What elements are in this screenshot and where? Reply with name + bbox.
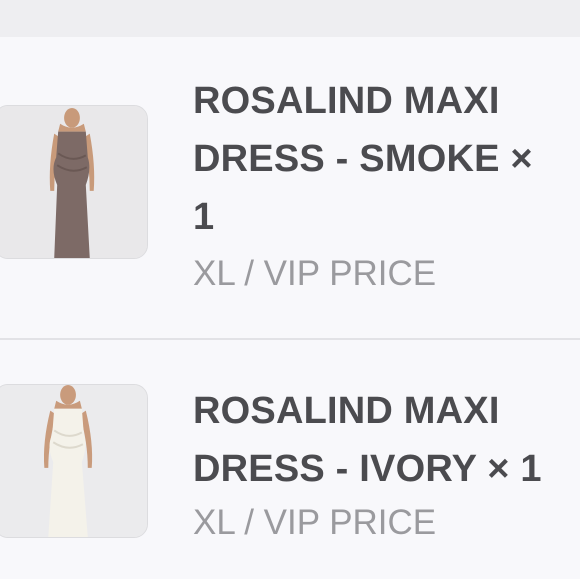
cart-item-variant: XL / VIP PRICE (193, 503, 437, 542)
cart-item-title[interactable]: ROSALIND MAXI DRESS - IVORY × 1 (193, 382, 573, 498)
top-strip (0, 0, 580, 37)
product-thumbnail-smoke[interactable] (0, 105, 148, 259)
dress-ivory-icon (0, 385, 147, 537)
cart-item-smoke[interactable]: ROSALIND MAXI DRESS - SMOKE × 1 XL / VIP… (0, 37, 580, 338)
cart-item-ivory[interactable]: ROSALIND MAXI DRESS - IVORY × 1 XL / VIP… (0, 340, 580, 579)
cart-item-title[interactable]: ROSALIND MAXI DRESS - SMOKE × 1 (193, 72, 533, 246)
product-thumbnail-ivory[interactable] (0, 384, 148, 538)
dress-smoke-icon (0, 106, 147, 258)
cart-item-variant: XL / VIP PRICE (193, 254, 437, 293)
